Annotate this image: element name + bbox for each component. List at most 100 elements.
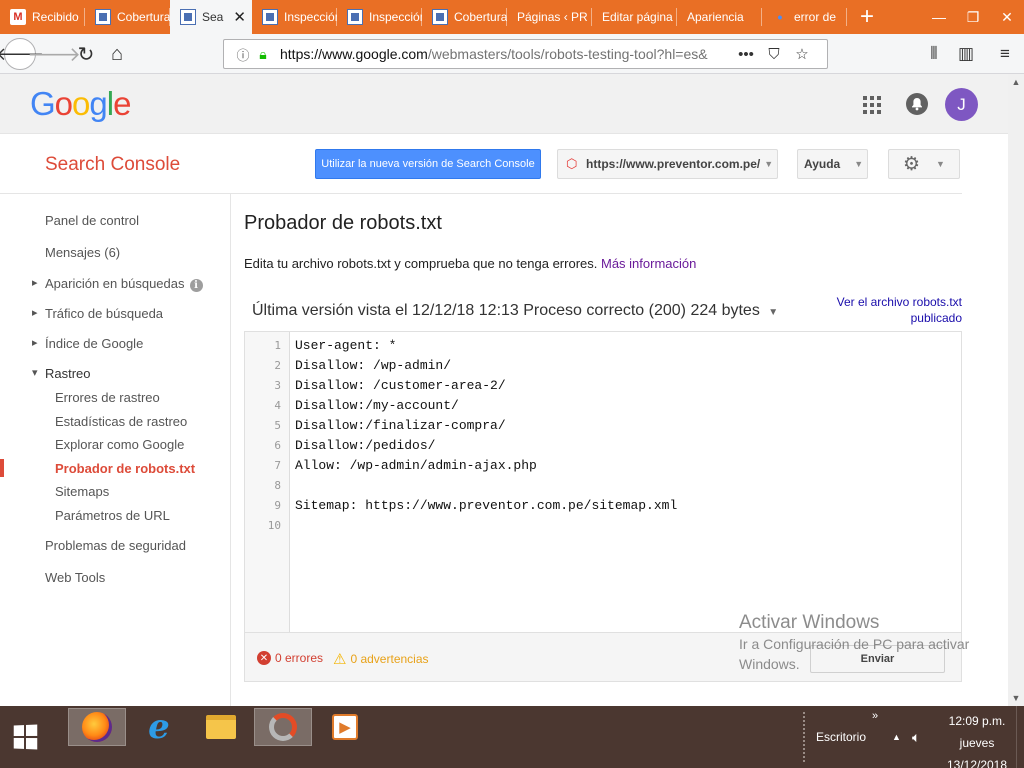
toolbar-overflow-icon[interactable]: » bbox=[872, 710, 878, 722]
tab-inspeccion-1[interactable]: Inspección bbox=[252, 0, 337, 34]
line-number: 1 bbox=[274, 339, 281, 352]
tab-search-console-active[interactable]: Search ✕ bbox=[170, 0, 252, 34]
scroll-up-icon[interactable]: ▲ bbox=[1008, 74, 1024, 90]
tab-title: Apariencia bbox=[687, 10, 744, 24]
view-published-link[interactable]: Ver el archivo robots.txt publicado bbox=[762, 294, 962, 326]
taskbar-firefox[interactable] bbox=[68, 708, 126, 746]
code-line[interactable]: Disallow:/pedidos/ bbox=[295, 436, 677, 456]
google-logo[interactable]: Google bbox=[30, 85, 131, 123]
tab-apariencia[interactable]: Apariencia bbox=[677, 0, 762, 34]
sidebar-item-explorar[interactable]: Explorar como Google bbox=[55, 437, 184, 452]
clock-time: 12:09 p.m. bbox=[948, 714, 1006, 728]
home-icon[interactable]: ⌂ bbox=[101, 38, 133, 70]
taskbar-internet-explorer[interactable]: e bbox=[130, 707, 188, 747]
taskbar-media-player[interactable]: ▶ bbox=[316, 708, 374, 746]
tab-cobertura-2[interactable]: Cobertura bbox=[422, 0, 507, 34]
scroll-down-icon[interactable]: ▼ bbox=[1008, 690, 1024, 706]
system-clock[interactable]: 12:09 p.m. jueves 13/12/2018 bbox=[940, 710, 1014, 768]
sidebar-item-estadisticas[interactable]: Estadísticas de rastreo bbox=[55, 414, 187, 429]
errors-count: ✕ 0 errores bbox=[257, 651, 323, 665]
sidebar-item-sitemaps[interactable]: Sitemaps bbox=[55, 484, 109, 499]
sidebar-item-trafico[interactable]: Tráfico de búsqueda bbox=[32, 306, 163, 321]
pocket-icon[interactable]: ⛉ bbox=[760, 46, 788, 63]
version-dropdown[interactable]: Última versión vista el 12/12/18 12:13 P… bbox=[252, 302, 778, 320]
page-actions-icon[interactable]: ••• bbox=[732, 46, 760, 63]
search-console-icon bbox=[95, 9, 111, 25]
code-line[interactable]: Disallow: /wp-admin/ bbox=[295, 356, 677, 376]
logo-letter: g bbox=[89, 85, 107, 122]
restore-icon[interactable]: ❐ bbox=[956, 0, 990, 34]
code-line[interactable]: Disallow: /customer-area-2/ bbox=[295, 376, 677, 396]
sidebar-item-seguridad[interactable]: Problemas de seguridad bbox=[45, 538, 186, 553]
tab-editar-pagina[interactable]: Editar página bbox=[592, 0, 677, 34]
line-number-gutter: 1 2 3 4 5 6 7 8 9 10 bbox=[245, 332, 290, 632]
line-number: 3 bbox=[274, 379, 281, 392]
lock-icon: 🔒︎ bbox=[259, 45, 267, 62]
tab-error[interactable]: • error de bbox=[762, 0, 847, 34]
tab-paginas[interactable]: Páginas ‹ PR bbox=[507, 0, 592, 34]
more-info-link[interactable]: Más información bbox=[601, 256, 696, 271]
tab-inspeccion-2[interactable]: Inspección bbox=[337, 0, 422, 34]
code-line[interactable]: Sitemap: https://www.preventor.com.pe/si… bbox=[295, 496, 677, 516]
sidebar-item-mensajes[interactable]: Mensajes (6) bbox=[45, 245, 120, 260]
sidebar-item-panel[interactable]: Panel de control bbox=[45, 213, 139, 228]
show-desktop-button[interactable] bbox=[1016, 706, 1024, 768]
sidebar-item-indice[interactable]: Índice de Google bbox=[32, 336, 143, 351]
start-button[interactable] bbox=[0, 706, 50, 768]
tab-cobertura-1[interactable]: Cobertura bbox=[85, 0, 170, 34]
code-line[interactable]: Allow: /wp-admin/admin-ajax.php bbox=[295, 456, 677, 476]
sidebar-item-rastreo[interactable]: Rastreo bbox=[32, 366, 90, 381]
help-dropdown[interactable]: Ayuda ▼ bbox=[797, 149, 868, 179]
editor-status-bar: ✕ 0 errores ⚠ 0 advertencias Enviar bbox=[245, 632, 961, 681]
help-label: Ayuda bbox=[804, 157, 841, 171]
sidebar-toggle-icon[interactable]: ▥ bbox=[950, 38, 982, 70]
show-hidden-icons-icon[interactable]: ▲ bbox=[892, 732, 901, 742]
console-title[interactable]: Search Console bbox=[45, 154, 180, 176]
new-tab-button[interactable]: + bbox=[849, 0, 885, 34]
close-tab-icon[interactable]: ✕ bbox=[233, 8, 246, 26]
code-line[interactable] bbox=[295, 516, 677, 536]
code-line[interactable] bbox=[295, 476, 677, 496]
sidebar-item-parametros[interactable]: Parámetros de URL bbox=[55, 508, 170, 523]
logo-letter: o bbox=[54, 85, 73, 122]
tab-title: Páginas ‹ PR bbox=[517, 10, 588, 24]
apps-grid-icon[interactable] bbox=[863, 96, 881, 114]
minimize-icon[interactable]: — bbox=[922, 0, 956, 34]
sidebar-item-robots-tester[interactable]: Probador de robots.txt bbox=[55, 461, 195, 476]
robots-editor[interactable]: 1 2 3 4 5 6 7 8 9 10 User-agent: * Disallow: /wp-a… bbox=[244, 331, 962, 682]
google-header: Google bbox=[0, 74, 1008, 134]
close-window-icon[interactable]: ✕ bbox=[990, 0, 1024, 34]
notifications-bell-icon[interactable] bbox=[906, 93, 928, 115]
code-line[interactable]: Disallow:/finalizar-compra/ bbox=[295, 416, 677, 436]
tab-title: Inspección bbox=[369, 10, 422, 24]
forward-button[interactable]: 🡒 bbox=[27, 38, 81, 70]
url-bar[interactable]: ⓘ 🔒︎ https://www.google.com/webmasters/t… bbox=[223, 39, 828, 69]
avatar[interactable]: J bbox=[945, 88, 978, 121]
tab-gmail[interactable]: M Recibido bbox=[0, 0, 85, 34]
vertical-scrollbar[interactable]: ▲ ▼ bbox=[1008, 74, 1024, 706]
line-number: 5 bbox=[274, 419, 281, 432]
taskbar-app-4[interactable] bbox=[254, 708, 312, 746]
code-line[interactable]: User-agent: * bbox=[295, 336, 677, 356]
submit-button[interactable]: Enviar bbox=[810, 645, 945, 673]
taskbar-file-explorer[interactable] bbox=[192, 708, 250, 746]
url-text[interactable]: https://www.google.com/webmasters/tools/… bbox=[280, 46, 732, 62]
library-icon[interactable]: ⫴ bbox=[918, 38, 950, 70]
sidebar-item-errores-rastreo[interactable]: Errores de rastreo bbox=[55, 390, 160, 405]
new-version-button[interactable]: Utilizar la nueva versión de Search Cons… bbox=[315, 149, 541, 179]
sidebar-item-web-tools[interactable]: Web Tools bbox=[45, 570, 105, 585]
info-icon[interactable]: ⓘ bbox=[232, 45, 254, 64]
desktop-toolbar[interactable]: Escritorio bbox=[816, 730, 866, 744]
code-line[interactable]: Disallow:/my-account/ bbox=[295, 396, 677, 416]
menu-icon[interactable]: ≡ bbox=[989, 38, 1021, 70]
reload-icon[interactable]: ↻ bbox=[70, 38, 102, 70]
settings-dropdown[interactable]: ⚙ ▼ bbox=[888, 149, 960, 179]
line-number: 6 bbox=[274, 439, 281, 452]
info-icon[interactable]: i bbox=[189, 279, 203, 292]
sidebar-item-aparicion[interactable]: Aparición en búsquedas i bbox=[32, 276, 203, 292]
volume-icon[interactable]: 🔈︎ bbox=[912, 729, 920, 746]
site-selector[interactable]: ⬡ https://www.preventor.com.pe/ ▼ bbox=[557, 149, 778, 179]
bookmark-star-icon[interactable]: ☆ bbox=[788, 45, 816, 63]
code-area[interactable]: User-agent: * Disallow: /wp-admin/Disallo… bbox=[295, 336, 677, 536]
logo-letter: G bbox=[30, 85, 56, 122]
